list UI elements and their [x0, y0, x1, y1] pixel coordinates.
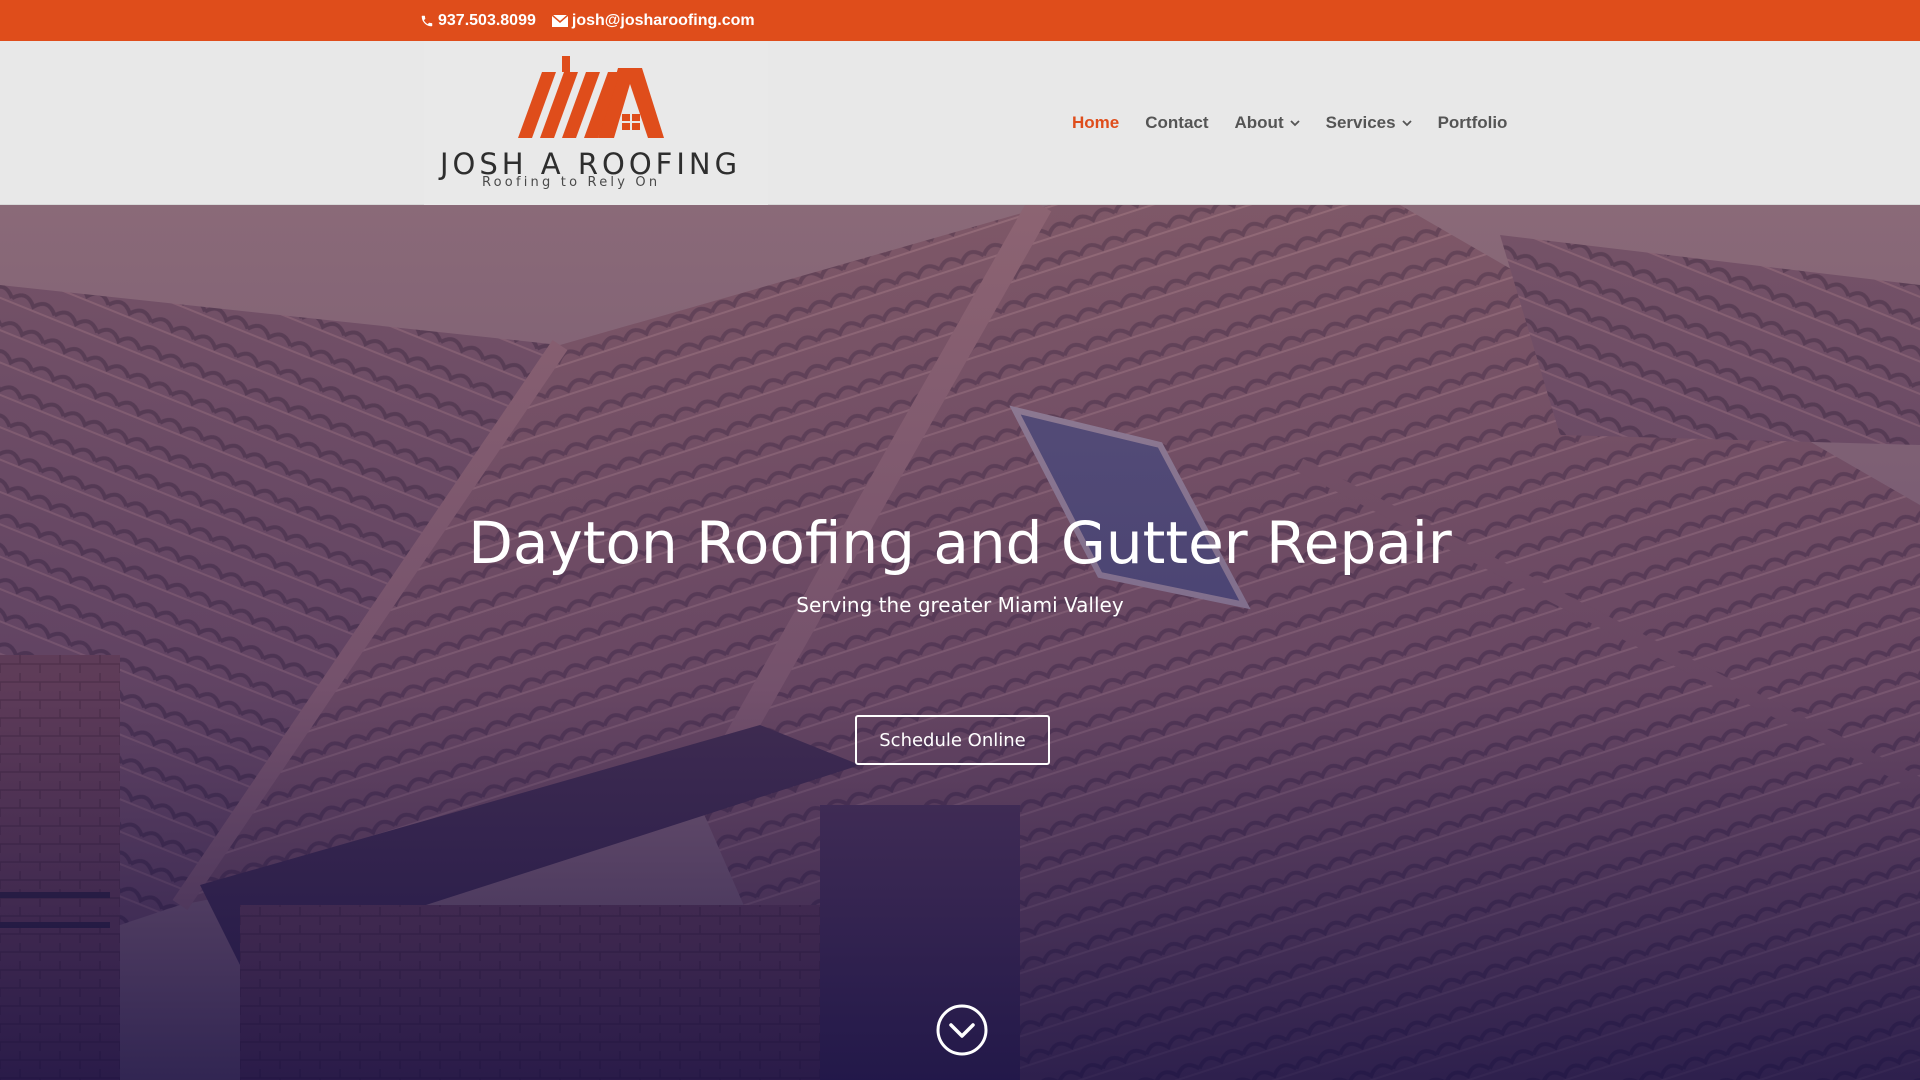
nav-item-about[interactable]: About [1235, 113, 1300, 133]
chevron-down-icon [1401, 119, 1412, 127]
nav-item-label: Home [1072, 113, 1120, 132]
email-link[interactable]: josh@josharoofing.com [551, 11, 755, 30]
envelope-icon [551, 14, 568, 27]
top-bar: 937.503.8099 josh@josharoofing.com [0, 0, 1920, 41]
nav-item-label: Contact [1145, 113, 1209, 132]
nav-item-contact[interactable]: Contact [1145, 113, 1208, 133]
main-nav: Home Contact About Services Portfolio [1072, 41, 1507, 205]
hero-content: Dayton Roofing and Gutter Repair Serving… [460, 509, 1460, 765]
hero-subtitle: Serving the greater Miami Valley [796, 593, 1124, 617]
nav-item-portfolio[interactable]: Portfolio [1438, 113, 1508, 133]
hero-overlay [0, 205, 1920, 1080]
phone-link[interactable]: 937.503.8099 [420, 12, 536, 30]
chevron-down-circle-icon[interactable] [935, 1003, 989, 1057]
phone-icon [420, 14, 434, 28]
email-address: josh@josharoofing.com [571, 11, 755, 29]
logo-tagline: Roofing to Rely On [482, 175, 661, 190]
site-header: JOSH A ROOFING Roofing to Rely On Home C… [0, 41, 1920, 205]
nav-item-label: Portfolio [1437, 113, 1508, 132]
nav-item-services[interactable]: Services [1326, 113, 1412, 133]
hero-section: Dayton Roofing and Gutter Repair Serving… [0, 205, 1920, 1080]
phone-number: 937.503.8099 [438, 11, 536, 29]
nav-item-label: About [1234, 113, 1284, 132]
site-logo[interactable]: JOSH A ROOFING Roofing to Rely On [424, 41, 768, 205]
hero-title: Dayton Roofing and Gutter Repair [468, 509, 1452, 577]
nav-item-home[interactable]: Home [1072, 113, 1119, 133]
contact-info: 937.503.8099 josh@josharoofing.com [420, 0, 755, 41]
schedule-online-button[interactable]: Schedule Online [855, 715, 1050, 765]
chevron-down-icon [1289, 119, 1300, 127]
nav-item-label: Services [1325, 113, 1396, 132]
roof-logo-icon [514, 54, 664, 147]
